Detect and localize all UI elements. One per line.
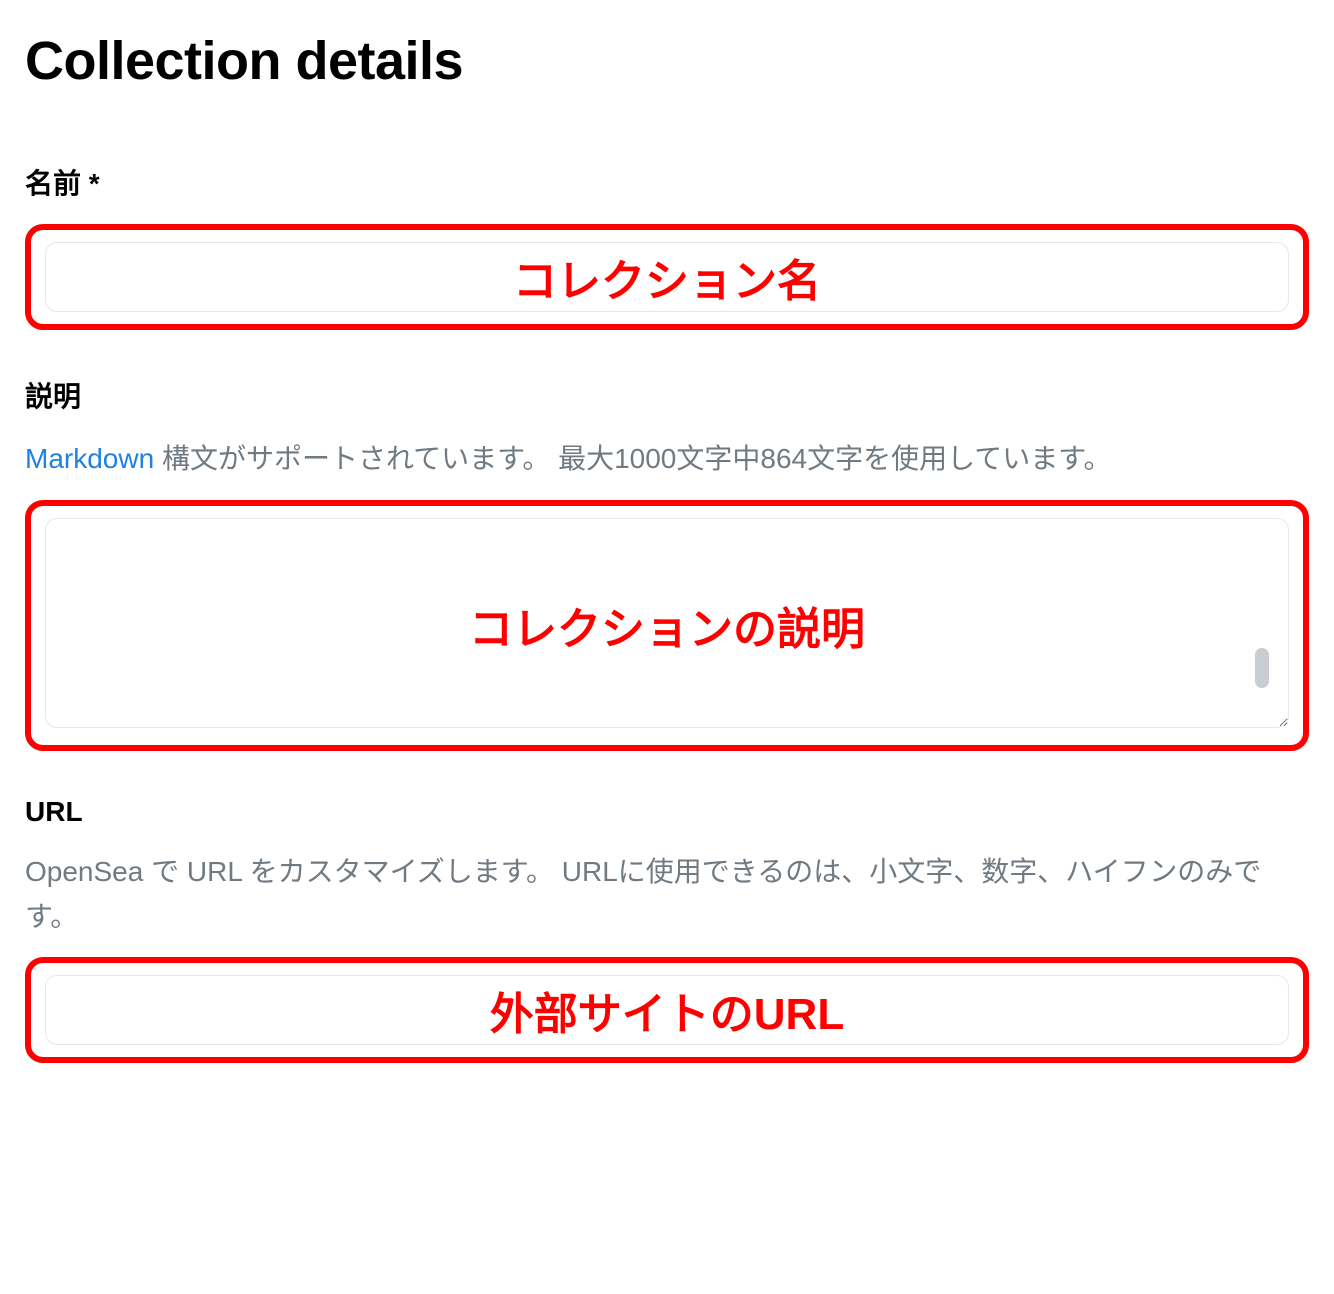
name-label: 名前 *: [25, 162, 1309, 202]
url-label: URL: [25, 796, 1309, 828]
description-field-group: 説明 Markdown 構文がサポートされています。 最大1000文字中864文…: [25, 375, 1309, 751]
url-field-group: URL OpenSea で URL をカスタマイズします。 URLに使用できるの…: [25, 796, 1309, 1064]
name-field-group: 名前 * コレクション名: [25, 162, 1309, 330]
name-label-text: 名前: [25, 168, 81, 199]
scrollbar-thumb-icon[interactable]: [1255, 648, 1269, 688]
description-label: 説明: [25, 375, 1309, 415]
name-annotation-box: コレクション名: [25, 224, 1309, 330]
name-input[interactable]: [45, 242, 1289, 312]
description-textarea[interactable]: [45, 518, 1289, 728]
page-title: Collection details: [25, 30, 1309, 92]
description-annotation-box: コレクションの説明: [25, 500, 1309, 751]
required-indicator-icon: *: [89, 168, 100, 199]
url-help-text: OpenSea で URL をカスタマイズします。 URLに使用できるのは、小文…: [25, 850, 1309, 940]
url-annotation-box: 外部サイトのURL: [25, 957, 1309, 1063]
url-input[interactable]: [45, 975, 1289, 1045]
description-textarea-wrapper: [45, 518, 1289, 733]
description-help-text: Markdown 構文がサポートされています。 最大1000文字中864文字を使…: [25, 437, 1309, 482]
markdown-link[interactable]: Markdown: [25, 443, 154, 474]
description-help-rest: 構文がサポートされています。 最大1000文字中864文字を使用しています。: [154, 443, 1111, 474]
